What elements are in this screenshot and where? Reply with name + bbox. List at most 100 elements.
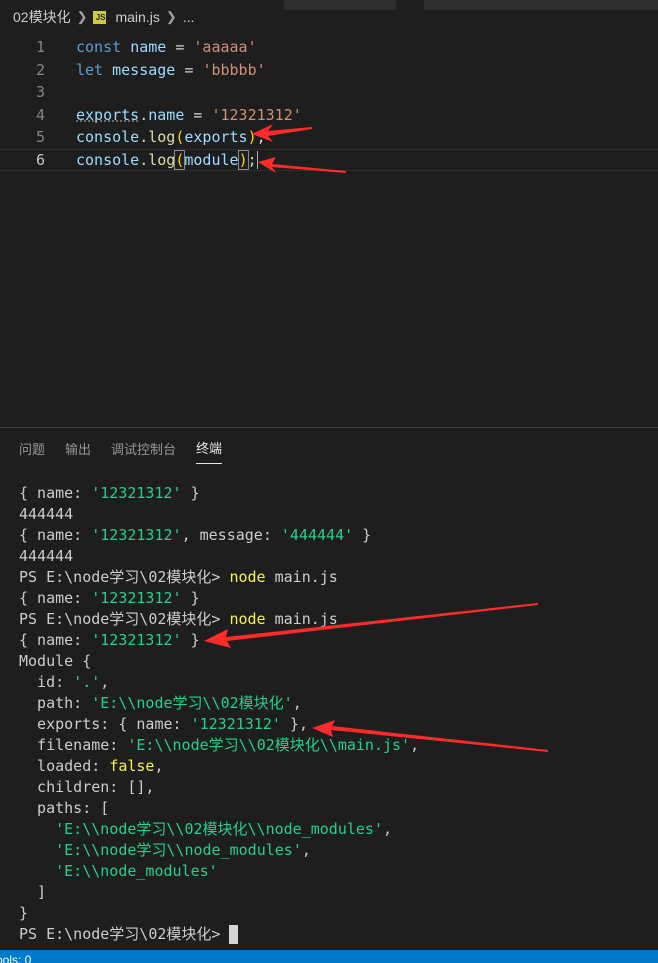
terminal-line: ] [19,882,658,903]
code-token: ) [237,149,249,170]
code-token: ) [247,128,257,146]
terminal-token: } [181,589,200,607]
terminal-token: { name: [19,484,92,502]
terminal-token: , [292,694,302,712]
terminal-token: node [229,610,266,628]
terminal-line: { name: '12321312', message: '444444' } [19,525,658,546]
terminal-token: filename: [19,736,128,754]
terminal-line: loaded: false, [19,756,658,777]
code-token: exports [184,128,248,146]
terminal-token: id: [19,673,74,691]
line-number: 5 [35,128,45,146]
code-token: . [139,150,149,169]
code-token: name [148,105,185,124]
line-number: 3 [35,83,45,101]
terminal-line: 444444 [19,504,658,525]
terminal-token: , [301,841,311,859]
terminal-token: 444444 [19,505,74,523]
terminal-token: , message: [181,526,281,544]
terminal-token: 'E:\\node学习\\02模块化\\main.js' [127,736,411,754]
code-token: ; [247,150,257,169]
panel-tab-bar: 问题 输出 调试控制台 终端 [0,428,242,468]
terminal-line: PS E:\node学习\02模块化> node main.js [19,567,658,588]
code-line[interactable]: 4 exports.name = '12321312' [0,104,658,126]
terminal-token: , [154,757,164,775]
code-token: . [139,105,149,124]
code-text[interactable]: exports.name = '12321312' [76,104,302,126]
terminal-token: main.js [265,568,338,586]
panel-tab[interactable]: 终端 [196,432,223,464]
code-editor[interactable]: 1 const name = 'aaaaa' 2 let message = 'bbb… [0,36,658,186]
breadcrumb-file[interactable]: main.js [115,9,159,25]
chevron-right-icon: ❯ [76,9,88,24]
code-token: let [76,60,104,79]
status-bar: ools: 0 [0,950,658,963]
terminal-line: 'E:\\node学习\\node_modules', [19,840,658,861]
code-text[interactable]: let message = 'bbbbb' [76,59,266,81]
terminal-token: 'E:\\node学习\\node_modules' [55,841,302,859]
code-line[interactable]: 5 console.log(exports); [0,126,658,148]
terminal-token: path: [19,694,92,712]
panel-tab[interactable]: 输出 [65,433,91,464]
terminal-output[interactable]: { name: '12321312' } 444444{ name: '12321… [19,483,658,945]
line-number: 1 [35,38,45,56]
code-text[interactable]: console.log(exports); [76,126,266,148]
terminal-line: 'E:\\node_modules' [19,861,658,882]
terminal-token: loaded: [19,757,110,775]
code-text[interactable]: const name = 'aaaaa' [76,36,257,58]
terminal-token: PS E:\node学习\02模块化> [19,925,230,943]
terminal-token: PS E:\node学习\02模块化> [19,568,230,586]
terminal-token: } [353,526,372,544]
terminal-token: '12321312' [91,589,182,607]
code-token: ; [256,128,266,146]
terminal-line: { name: '12321312' } [19,588,658,609]
breadcrumb-tail[interactable]: ... [183,9,195,25]
code-token: name [130,38,167,56]
terminal-token: 444444 [19,547,74,565]
terminal-token: '444444' [280,526,354,544]
code-token: = [184,105,212,124]
terminal-line: paths: [ [19,798,658,819]
terminal-token: ] [19,883,47,901]
terminal-token: children: [], [19,778,155,796]
line-number: 2 [35,60,45,79]
line-number: 4 [35,105,45,124]
text-cursor [256,151,258,169]
code-token: module [184,150,239,169]
terminal-token: { name: [19,589,92,607]
terminal-token: node [229,568,266,586]
code-line[interactable]: 2 let message = 'bbbbb' [0,59,658,81]
panel-tab[interactable]: 问题 [19,433,45,464]
terminal-token: , [100,673,110,691]
terminal-line: { name: '12321312' } [19,483,658,504]
terminal-line: PS E:\node学习\02模块化> [19,924,658,945]
terminal-token: PS E:\node学习\02模块化> [19,610,230,628]
code-token: console [76,150,140,169]
code-token: 'aaaaa' [193,38,257,56]
breadcrumb-folder[interactable]: 02模块化 [13,7,71,27]
terminal-token: '12321312' [91,526,182,544]
javascript-file-icon: JS [93,10,107,24]
code-token: 'bbbbb' [202,60,266,79]
line-number: 6 [35,150,45,169]
terminal-token: { name: [19,526,92,544]
terminal-line: Module { [19,651,658,672]
status-text[interactable]: ools: 0 [0,953,31,963]
terminal-token: 'E:\\node学习\\02模块化\\node_modules' [55,820,383,838]
chevron-right-icon: ❯ [165,9,177,24]
code-line[interactable]: 6 console.log(module); [0,148,658,171]
code-line[interactable]: 3 [0,81,658,103]
panel-tab[interactable]: 调试控制台 [111,433,176,464]
terminal-token: { name: [19,631,92,649]
code-text[interactable]: console.log(module); [76,149,258,170]
code-line[interactable]: 1 const name = 'aaaaa' [0,36,658,58]
terminal-line: { name: '12321312' } [19,630,658,651]
terminal-line: path: 'E:\\node学习\\02模块化', [19,693,658,714]
terminal-token: }, [280,715,308,733]
breadcrumb: 02模块化 ❯ JS main.js ❯ ... [0,0,658,34]
